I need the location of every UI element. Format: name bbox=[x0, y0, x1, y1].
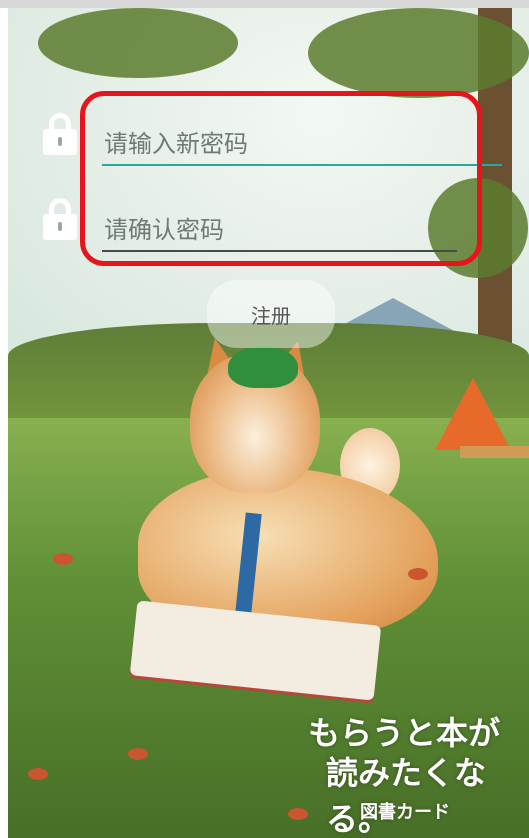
background-table bbox=[460, 446, 529, 458]
fallen-leaf bbox=[53, 553, 73, 565]
highlight-box bbox=[80, 91, 482, 266]
background-tent bbox=[435, 378, 511, 450]
fallen-leaf bbox=[28, 768, 48, 780]
status-strip bbox=[0, 0, 529, 8]
tree-canopy bbox=[38, 8, 238, 78]
card-label: 図書カード bbox=[360, 802, 450, 823]
fallen-leaf bbox=[288, 808, 308, 820]
tree-canopy bbox=[308, 8, 529, 98]
register-button[interactable]: 注册 bbox=[207, 280, 335, 348]
lock-icon bbox=[43, 113, 77, 155]
dog-hat bbox=[228, 346, 298, 388]
fallen-leaf bbox=[408, 568, 428, 580]
slogan-line2: 読みたくなる。 bbox=[326, 754, 487, 838]
fallen-leaf bbox=[128, 748, 148, 760]
lock-icon bbox=[43, 198, 77, 240]
